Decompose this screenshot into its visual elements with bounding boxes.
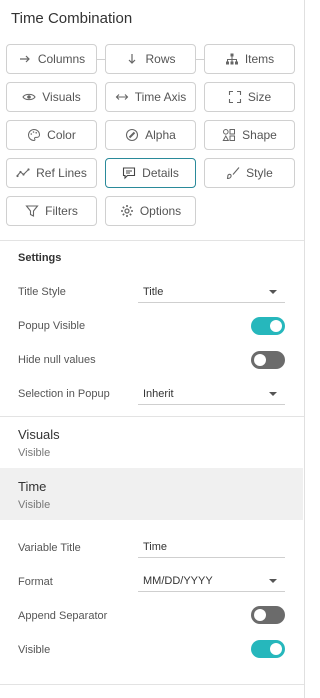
line-chart-icon	[16, 166, 30, 180]
hide-null-label: Hide null values	[18, 354, 96, 366]
hierarchy-icon	[225, 52, 239, 66]
visible-label: Visible	[18, 644, 51, 656]
time-group[interactable]: Time Visible	[0, 468, 303, 520]
title-style-select[interactable]: Title	[138, 281, 285, 303]
filters-button[interactable]: Filters	[6, 196, 97, 226]
color-label: Color	[47, 128, 76, 142]
toggle-knob	[270, 320, 282, 332]
palette-icon	[27, 128, 41, 142]
rows-button[interactable]: Rows	[105, 44, 196, 74]
arrow-down-icon	[125, 52, 139, 66]
style-button[interactable]: Style	[204, 158, 295, 188]
brush-icon	[226, 166, 240, 180]
size-label: Size	[247, 90, 272, 104]
variable-title-label: Variable Title	[18, 542, 81, 554]
popup-visible-toggle[interactable]	[251, 317, 285, 335]
color-button[interactable]: Color	[6, 120, 97, 150]
connector-line	[97, 59, 105, 60]
format-value: MM/DD/YYYY	[143, 574, 213, 587]
resize-corners-icon	[228, 90, 242, 104]
visuals-button[interactable]: Visuals	[6, 82, 97, 112]
panel-title: Time Combination	[11, 10, 133, 27]
time-group-title: Time	[18, 479, 47, 494]
double-arrow-icon	[115, 90, 129, 104]
comment-icon	[122, 166, 136, 180]
filters-label: Filters	[45, 204, 78, 218]
toggle-knob	[254, 609, 266, 621]
time-group-status: Visible	[18, 499, 51, 511]
divider	[0, 240, 304, 241]
details-label: Details	[142, 166, 179, 180]
append-separator-label: Append Separator	[18, 610, 108, 622]
visuals-group-status: Visible	[18, 447, 51, 459]
visible-toggle[interactable]	[251, 640, 285, 658]
shape-button[interactable]: Shape	[204, 120, 295, 150]
filter-icon	[25, 204, 39, 218]
title-style-value: Title	[143, 285, 164, 298]
visuals-group-title: Visuals	[18, 427, 60, 442]
selection-popup-label: Selection in Popup	[18, 388, 110, 400]
properties-panel: Time Combination Columns Rows Items Visu…	[0, 0, 305, 698]
chevron-down-icon	[269, 579, 277, 583]
columns-label: Columns	[37, 52, 86, 66]
variable-title-field[interactable]: Time	[138, 536, 285, 558]
details-button[interactable]: Details	[105, 158, 196, 188]
gear-icon	[120, 204, 134, 218]
alpha-circle-icon	[125, 128, 139, 142]
chevron-down-icon	[269, 392, 277, 396]
options-button[interactable]: Options	[105, 196, 196, 226]
size-button[interactable]: Size	[204, 82, 295, 112]
ref-lines-label: Ref Lines	[36, 166, 87, 180]
format-label: Format	[18, 576, 53, 588]
time-axis-button[interactable]: Time Axis	[105, 82, 196, 112]
rows-label: Rows	[145, 52, 176, 66]
visuals-label: Visuals	[42, 90, 81, 104]
visuals-group[interactable]: Visuals Visible	[0, 417, 303, 467]
divider	[0, 684, 304, 685]
format-select[interactable]: MM/DD/YYYY	[138, 570, 285, 592]
shape-label: Shape	[242, 128, 277, 142]
style-label: Style	[246, 166, 273, 180]
ref-lines-button[interactable]: Ref Lines	[6, 158, 97, 188]
eye-icon	[22, 90, 36, 104]
items-label: Items	[244, 52, 275, 66]
time-axis-label: Time Axis	[134, 90, 187, 104]
toggle-knob	[254, 354, 266, 366]
connector-line	[196, 59, 204, 60]
columns-button[interactable]: Columns	[6, 44, 97, 74]
selection-popup-value: Inherit	[143, 387, 174, 400]
append-separator-toggle[interactable]	[251, 606, 285, 624]
chevron-down-icon	[269, 290, 277, 294]
hide-null-toggle[interactable]	[251, 351, 285, 369]
selection-popup-select[interactable]: Inherit	[138, 383, 285, 405]
toggle-knob	[270, 643, 282, 655]
arrow-right-icon	[18, 52, 32, 66]
options-label: Options	[139, 204, 182, 218]
popup-visible-label: Popup Visible	[18, 320, 86, 332]
alpha-button[interactable]: Alpha	[105, 120, 196, 150]
title-style-label: Title Style	[18, 286, 66, 298]
variable-title-value: Time	[143, 540, 168, 553]
shapes-icon	[222, 128, 236, 142]
alpha-label: Alpha	[145, 128, 176, 142]
settings-heading: Settings	[18, 252, 62, 264]
items-button[interactable]: Items	[204, 44, 295, 74]
